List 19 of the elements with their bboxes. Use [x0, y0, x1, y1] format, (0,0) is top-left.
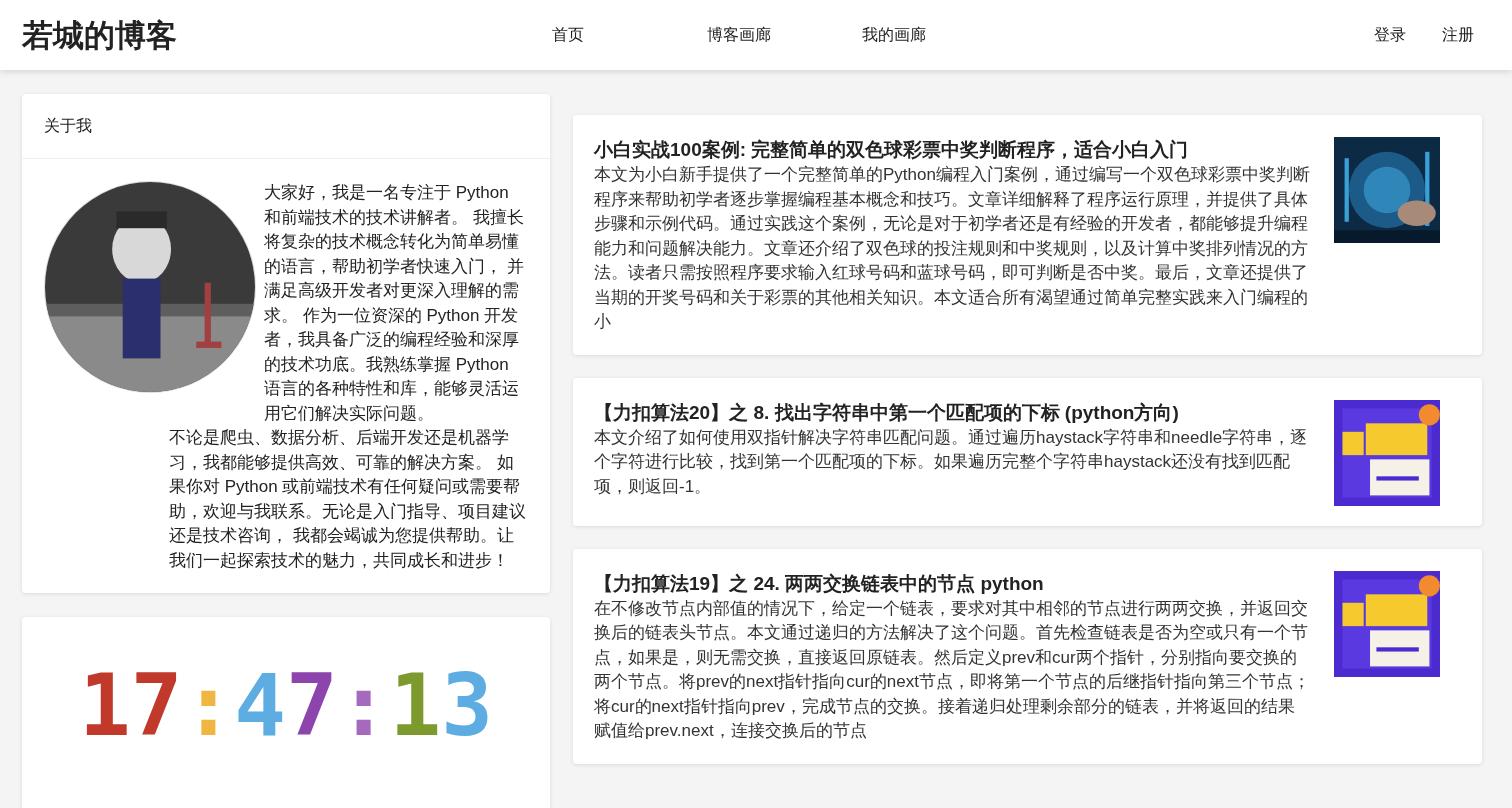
auth-link[interactable]: 注册	[1442, 23, 1474, 47]
article-summary: 本文介绍了如何使用双指针解决字符串匹配问题。通过遍历haystack字符串和needle字符串，逐个字符进行比较，找到第一个匹配项的下标。如果遍历完整个字符串haystack还没有找到匹配项，则返回-1。	[594, 426, 1309, 498]
article-title[interactable]: 小白实战100案例: 完整简单的双色球彩票中奖判断程序，适合小白入门	[594, 137, 1310, 163]
article-card[interactable]	[573, 548, 1482, 764]
article-card[interactable]	[573, 115, 1482, 355]
article-card[interactable]: 【力扣算法20】之 8. 找出字符串中第一个匹配项的下标 (python方向) 本文介绍了如何使用双指针解决字符串匹配问题。通过遍历haystack字符串和needle字符串，逐个字符进行比较，找到第一个匹配项的下标。如果遍历完整个字符串haystack还没有找到匹配项，则返回-1。	[573, 377, 1482, 526]
digital-clock: 17:47:13	[78, 659, 494, 751]
nav-link[interactable]: 博客画廊	[707, 23, 862, 47]
nav-link[interactable]: 我的画廊	[862, 23, 1017, 47]
article-title[interactable]: 【力扣算法20】之 8. 找出字符串中第一个匹配项的下标 (python方向)	[594, 399, 1310, 426]
auth-link[interactable]: 登录	[1374, 23, 1406, 47]
article-summary: 在不修改节点内部值的情况下，给定一个链表，要求对其中相邻的节点进行两两交换，并返回交换后的链表头节点。本文通过递归的方法解决了这个问题。首先检查链表是否为空或只有一个节点，如果是，则无需交换，直接返回原链表。然后定义prev和cur两个指针，分别指向要交换的两个节点。将prev的next指针指向cur的next节点，即将第一个节点的后继指针指向第三个节点；将cur的next指针指向prev，完成节点的交换。接着递归处理剩余部分的链表，并将返回的结果赋值给prev.next，连接交换后的节点	[594, 597, 1310, 742]
site-logo[interactable]: 若城的博客	[22, 11, 552, 59]
about-text: 不论是爬虫、数据分析、后端开发还是机器学习，我都能够提供高效、可靠的解决方案。 如果你对 Python 或前端技术有任何疑问或需要帮助，欢迎与我联系。无论是入门指导、项目建议还是技术咨询， 我都会竭诚为您提供帮助。让我们一起探索技术的魅力，共同成长和进步！	[168, 427, 527, 572]
article-title[interactable]: 【力扣算法19】之 24. 两两交换链表中的节点 python	[594, 570, 1310, 597]
about-text: 大家好，我是一名专注于 Python 和前端技术的技术讲解者。 我擅长将复杂的技术概念转化为简单易懂的语言，帮助初学者快速入门， 并满足高级开发者对更深入理解的需求。 作为一位资深的 Python 开发者，我具备广泛的编程经验和深厚的技术功底。我熟练掌握 Python 语言的各种特性和库，能够灵活运用它们解决实际问题。	[264, 182, 525, 425]
nav-link[interactable]: 首页	[552, 23, 707, 47]
article-summary: 本文为小白新手提供了一个完整简单的Python编程入门案例，通过编写一个双色球彩票中奖判断程序来帮助初学者逐步掌握编程基本概念和技巧。文章详细解释了程序运行原理，并提供了具体步骤和示例代码。通过实践这个案例，无论是对于初学者还是有经验的开发者，都能够提升编程能力和问题解决能力。文章还介绍了双色球的投注规则和中奖规则，以及计算中奖排列情况的方法。读者只需按照程序要求输入红球号码和蓝球号码，即可判断是否中奖。最后，文章还提供了当期的开奖号码和关于彩票的其他相关知识。本文适合所有渴望通过简单完整实践来入门编程的小	[594, 164, 1310, 333]
card-title: 关于我	[44, 117, 92, 134]
